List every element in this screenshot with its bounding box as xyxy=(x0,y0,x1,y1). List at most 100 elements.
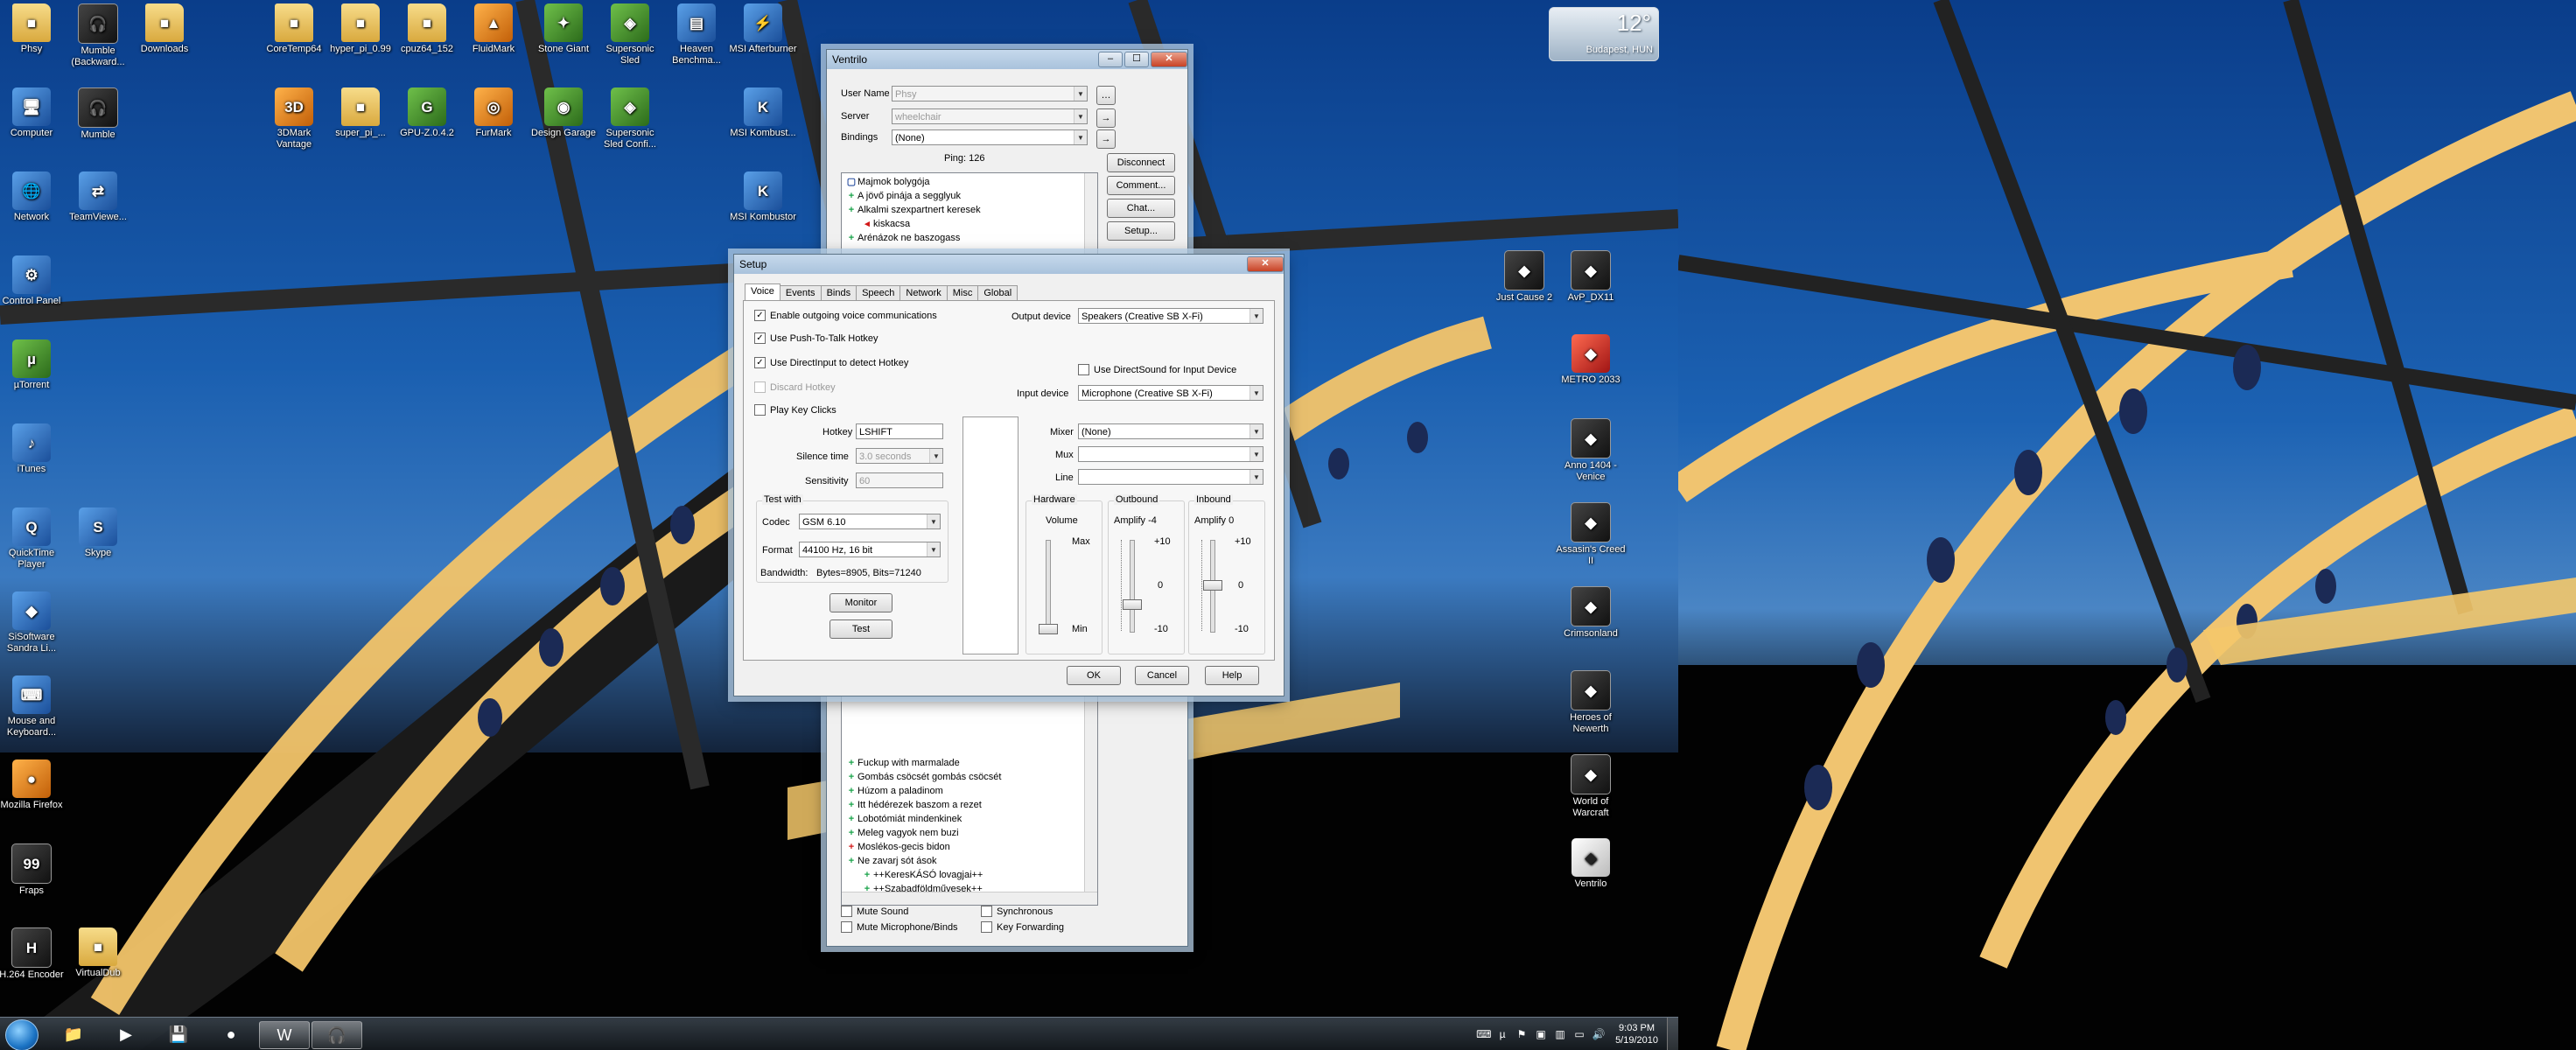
desktop-icon[interactable]: ◆ Anno 1404 - Venice xyxy=(1556,418,1626,483)
desktop-icon[interactable]: ▲ FluidMark xyxy=(458,4,528,55)
tab-speech[interactable]: Speech xyxy=(856,285,901,301)
desktop-icon[interactable]: ◆ SiSoftware Sandra Li... xyxy=(0,592,66,654)
taskbar-button[interactable]: 🎧 xyxy=(312,1021,362,1049)
channel-row[interactable]: ◂ kiskacsa xyxy=(842,217,1097,231)
comment-button[interactable]: Comment... xyxy=(1107,176,1175,195)
bindings-arrow-button[interactable]: → xyxy=(1096,130,1116,149)
monitor-button[interactable]: Monitor xyxy=(830,593,892,612)
channel-row[interactable]: + Húzom a paladinom xyxy=(842,784,1097,798)
desktop-icon[interactable]: ◉ Design Garage xyxy=(528,88,598,139)
desktop-icon[interactable]: ◈ Supersonic Sled xyxy=(595,4,665,66)
desktop-icon[interactable]: ▤ Heaven Benchma... xyxy=(662,4,732,66)
desktop-icon[interactable]: ⚙ Control Panel xyxy=(0,256,66,307)
input-device-combo[interactable]: Microphone (Creative SB X-Fi) ▼ xyxy=(1078,385,1264,401)
keyboard-icon[interactable]: ⌨ xyxy=(1476,1027,1491,1041)
desktop-icon[interactable]: ◆ Ventrilo xyxy=(1556,838,1626,890)
channel-row[interactable]: + Lobotómiát mindenkinek xyxy=(842,812,1097,826)
tree-h-scrollbar[interactable] xyxy=(842,892,1097,905)
ok-button[interactable]: OK xyxy=(1067,666,1121,685)
setup-button[interactable]: Setup... xyxy=(1107,221,1175,241)
channel-row[interactable]: ▢ Majmok bolygója xyxy=(842,175,1097,189)
tab-network[interactable]: Network xyxy=(900,285,948,301)
maximize-button[interactable]: ☐ xyxy=(1124,52,1149,67)
channel-row[interactable]: + Alkalmi szexpartnert keresek xyxy=(842,203,1097,217)
clock[interactable]: 9:03 PM 5/19/2010 xyxy=(1615,1022,1658,1046)
channel-row[interactable]: + Gombás csöcsét gombás csöcsét xyxy=(842,770,1097,784)
channel-row[interactable]: + Moslékos-gecis bidon xyxy=(842,840,1097,854)
monitor-tray-icon[interactable]: ▭ xyxy=(1572,1027,1586,1041)
discard-hotkey-checkbox[interactable]: Discard Hotkey xyxy=(754,382,836,393)
minimize-button[interactable]: – xyxy=(1098,52,1123,67)
setup-titlebar[interactable]: Setup ✕ xyxy=(734,255,1284,274)
channel-row[interactable]: + Arénázok ne baszogass xyxy=(842,231,1097,245)
desktop-icon[interactable]: 99 Fraps xyxy=(0,844,66,897)
network-tray-icon[interactable]: ▥ xyxy=(1553,1027,1567,1041)
taskbar-button[interactable]: W xyxy=(259,1021,310,1049)
desktop-icon[interactable]: ◈ Supersonic Sled Confi... xyxy=(595,88,665,150)
taskbar-button[interactable]: ● xyxy=(206,1021,256,1047)
output-device-combo[interactable]: Speakers (Creative SB X-Fi) ▼ xyxy=(1078,308,1264,324)
key-forwarding-checkbox[interactable]: Key Forwarding xyxy=(981,921,1064,933)
desktop-icon[interactable]: ■ super_pi_... xyxy=(326,88,396,139)
chat-button[interactable]: Chat... xyxy=(1107,199,1175,218)
show-desktop-button[interactable] xyxy=(1667,1018,1678,1050)
tab-voice[interactable]: Voice xyxy=(745,284,780,301)
utorrent-tray-icon[interactable]: µ xyxy=(1495,1027,1509,1041)
desktop-icon[interactable]: ◆ Crimsonland xyxy=(1556,586,1626,640)
line-combo[interactable]: ▼ xyxy=(1078,469,1264,485)
mute-sound-checkbox[interactable]: Mute Sound xyxy=(841,906,908,917)
desktop-icon[interactable]: 🌐 Network xyxy=(0,172,66,223)
desktop-icon[interactable]: ◎ FurMark xyxy=(458,88,528,139)
desktop-icon[interactable]: 🖥 Computer xyxy=(0,88,66,139)
volume-slider-thumb[interactable] xyxy=(1039,624,1058,634)
taskbar-button[interactable]: ▶ xyxy=(102,1021,150,1047)
user-edit-button[interactable]: … xyxy=(1096,86,1116,105)
use-directinput-checkbox[interactable]: ✓ Use DirectInput to detect Hotkey xyxy=(754,357,908,368)
desktop-icon[interactable]: ■ CoreTemp64 xyxy=(259,4,329,55)
close-button[interactable]: ✕ xyxy=(1151,52,1187,67)
desktop-icon[interactable]: ⌨ Mouse and Keyboard... xyxy=(0,676,66,738)
channel-row[interactable]: + Itt hédérezek baszom a rezet xyxy=(842,798,1097,812)
desktop-icon[interactable]: ■ hyper_pi_0.99 xyxy=(326,4,396,55)
help-button[interactable]: Help xyxy=(1205,666,1259,685)
codec-combo[interactable]: GSM 6.10 ▼ xyxy=(799,514,941,529)
mute-mic-checkbox[interactable]: Mute Microphone/Binds xyxy=(841,921,958,933)
sensitivity-field[interactable]: 60 xyxy=(856,472,943,488)
inbound-slider-thumb[interactable] xyxy=(1203,580,1222,591)
channel-row[interactable]: + A jövő pinája a segglyuk xyxy=(842,189,1097,203)
disconnect-button[interactable]: Disconnect xyxy=(1107,153,1175,172)
start-button[interactable] xyxy=(5,1019,38,1050)
tab-misc[interactable]: Misc xyxy=(946,285,979,301)
test-button[interactable]: Test xyxy=(830,620,892,639)
play-key-clicks-checkbox[interactable]: Play Key Clicks xyxy=(754,404,836,416)
tab-events[interactable]: Events xyxy=(779,285,822,301)
use-directsound-checkbox[interactable]: Use DirectSound for Input Device xyxy=(1078,364,1236,375)
desktop-icon[interactable]: ■ cpuz64_152 xyxy=(392,4,462,55)
server-arrow-button[interactable]: → xyxy=(1096,108,1116,128)
desktop-icon[interactable]: ■ Downloads xyxy=(130,4,200,55)
desktop-icon[interactable]: ◆ AvP_DX11 xyxy=(1556,250,1626,304)
server-combo[interactable]: wheelchair ▼ xyxy=(892,108,1088,124)
desktop-icon[interactable]: K MSI Kombustor xyxy=(728,172,798,223)
desktop-icon[interactable]: G GPU-Z.0.4.2 xyxy=(392,88,462,139)
setup-dialog[interactable]: Setup ✕ Voice Events Binds Speech Network Mis… xyxy=(733,254,1284,696)
desktop-icon[interactable]: ● Mozilla Firefox xyxy=(0,760,66,811)
desktop-icon[interactable]: Q QuickTime Player xyxy=(0,508,66,570)
desktop-icon[interactable]: ■ Phsy xyxy=(0,4,66,55)
desktop-icon[interactable]: ♪ iTunes xyxy=(0,424,66,475)
mux-combo[interactable]: ▼ xyxy=(1078,446,1264,462)
desktop-icon[interactable]: 🎧 Mumble xyxy=(63,88,133,141)
desktop-icon[interactable]: S Skype xyxy=(63,508,133,559)
desktop-icon[interactable]: 🎧 Mumble (Backward... xyxy=(63,4,133,68)
volume-icon[interactable]: 🔊 xyxy=(1592,1027,1606,1041)
taskbar-button[interactable]: 💾 xyxy=(154,1021,203,1047)
desktop-icon[interactable]: ◆ Heroes of Newerth xyxy=(1556,670,1626,735)
channel-row[interactable]: + ++KeresKÁSÓ lovagjai++ xyxy=(842,868,1097,882)
synchronous-checkbox[interactable]: Synchronous xyxy=(981,906,1053,917)
silence-time-combo[interactable]: 3.0 seconds ▼ xyxy=(856,448,943,464)
desktop-icon[interactable]: K MSI Kombust... xyxy=(728,88,798,139)
format-combo[interactable]: 44100 Hz, 16 bit ▼ xyxy=(799,542,941,557)
weather-gadget[interactable]: 12° Budapest, HUN xyxy=(1549,7,1659,61)
desktop-icon[interactable]: H H.264 Encoder xyxy=(0,928,66,981)
desktop-icon[interactable]: ⚡ MSI Afterburner xyxy=(728,4,798,55)
